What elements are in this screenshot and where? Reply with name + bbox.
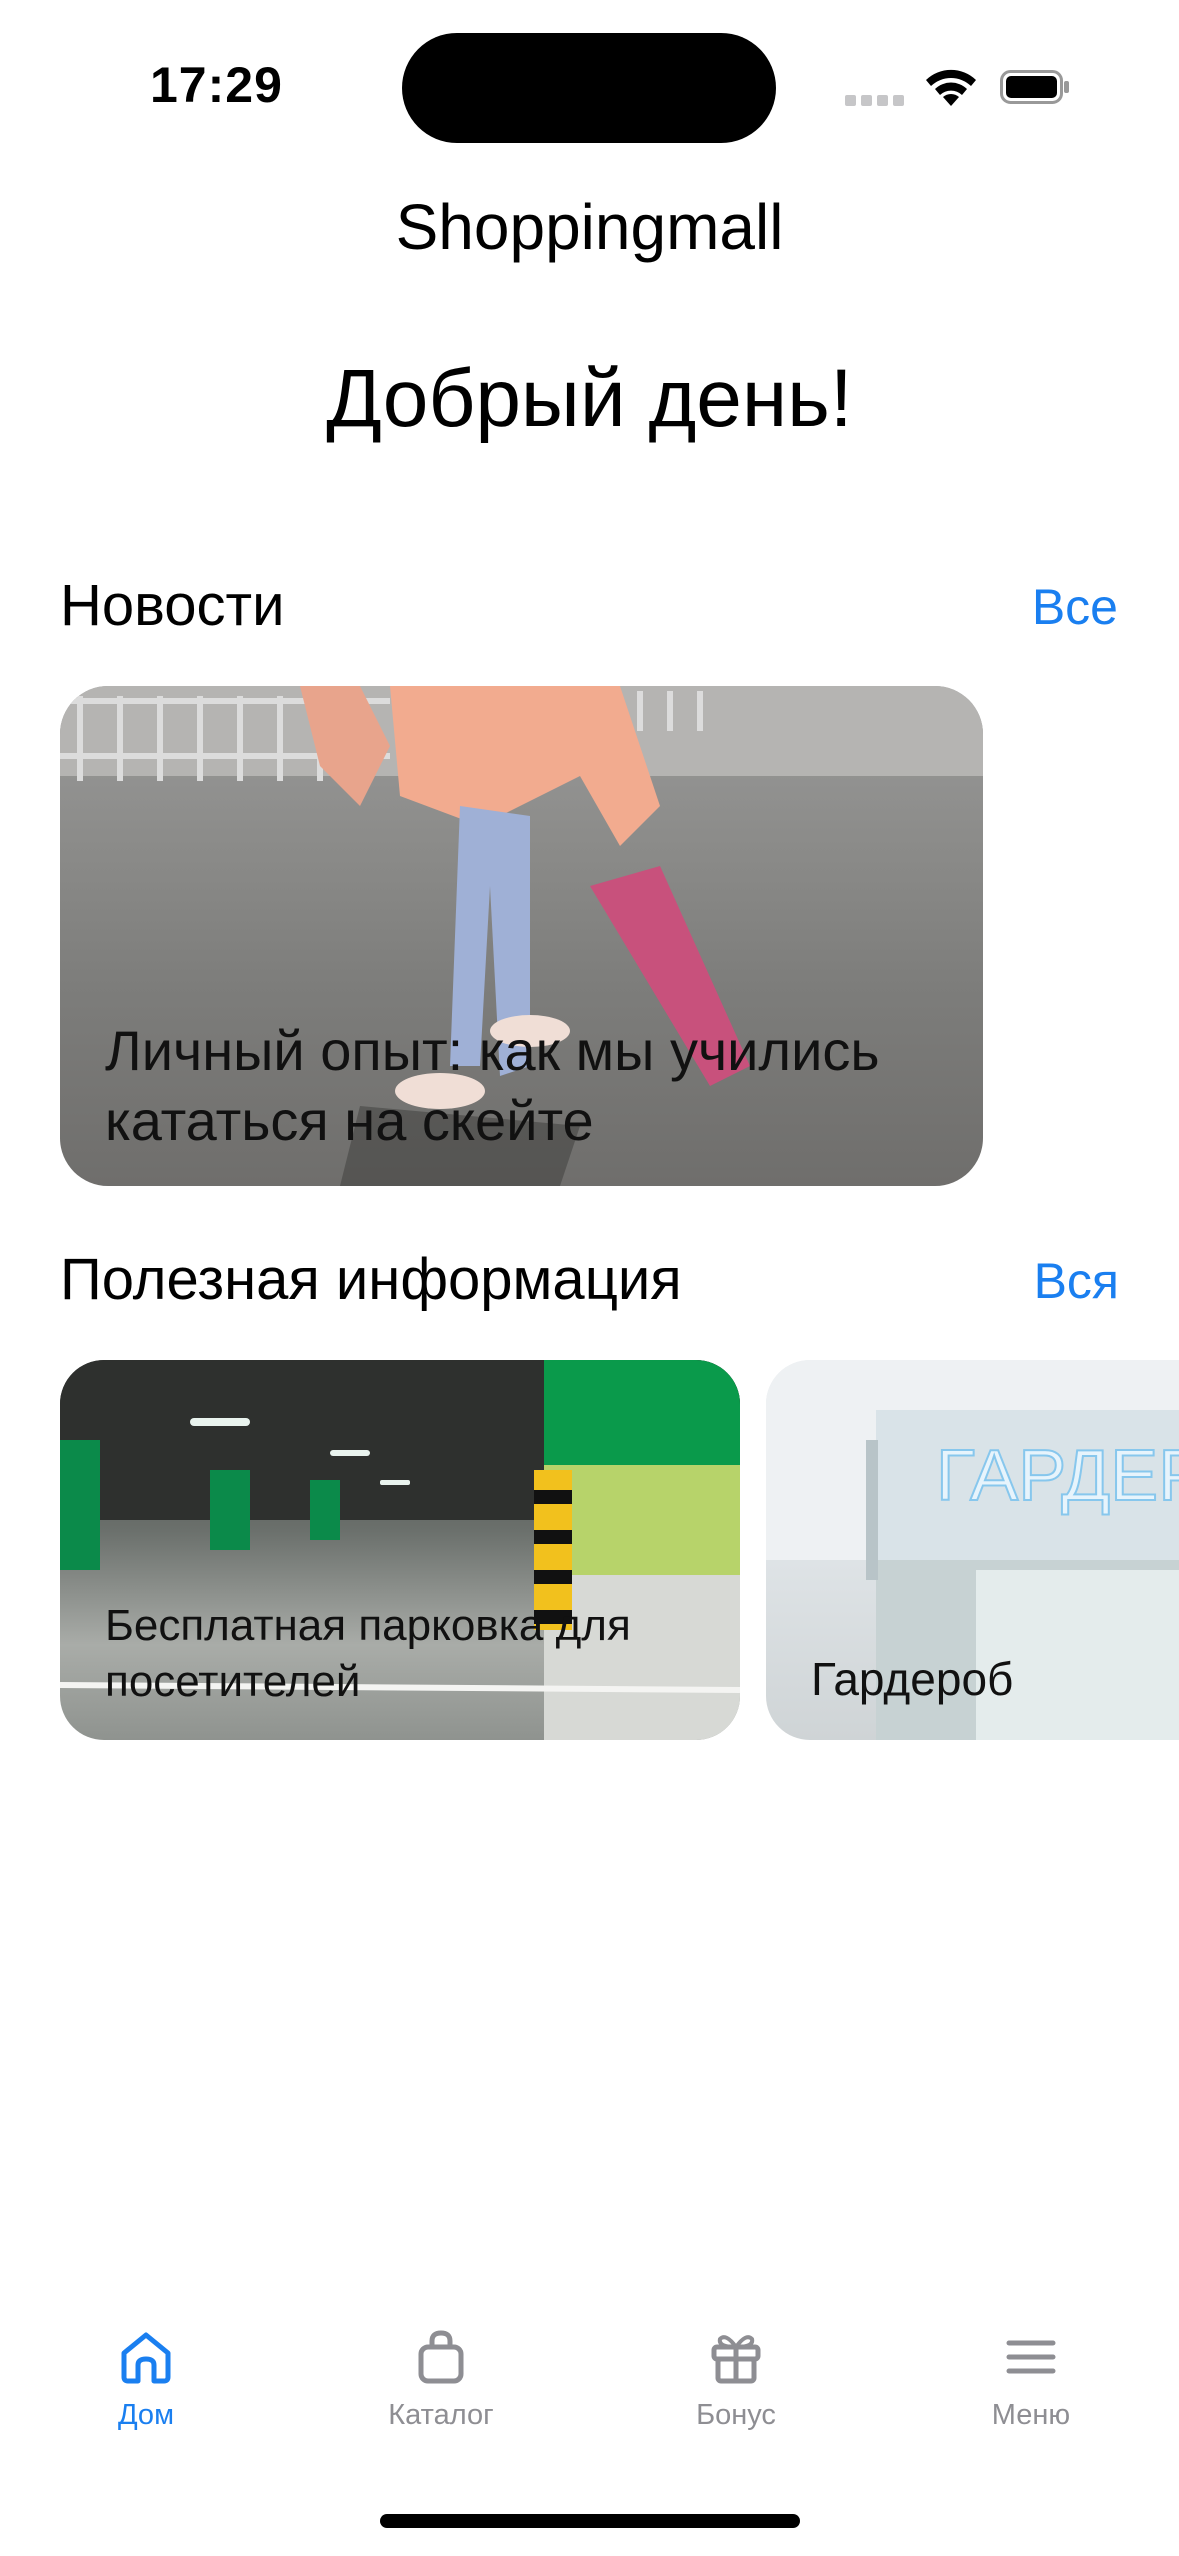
news-see-all-link[interactable]: Все xyxy=(1032,578,1118,636)
bag-icon xyxy=(418,2330,464,2384)
battery-icon xyxy=(1000,70,1069,104)
parking-info-card[interactable]: Бесплатная парковка для посетителей xyxy=(60,1360,740,1740)
news-section-title: Новости xyxy=(60,573,285,638)
news-card-title: Личный опыт: как мы учились кататься на … xyxy=(105,1019,880,1152)
parking-card-title: Бесплатная парковка для посетителей xyxy=(105,1601,631,1706)
wardrobe-card-title: Гардероб xyxy=(811,1653,1014,1705)
gift-icon xyxy=(711,2335,761,2384)
cellular-signal-icon xyxy=(845,95,905,107)
svg-text:ГАРДЕРО: ГАРДЕРО xyxy=(936,1436,1179,1516)
useful-info-section-title: Полезная информация xyxy=(60,1247,682,1312)
home-indicator xyxy=(380,2514,800,2528)
tab-bonus-label: Бонус xyxy=(696,2399,776,2431)
useful-info-see-all-link[interactable]: Вся xyxy=(1034,1252,1119,1310)
tab-catalog-label: Каталог xyxy=(388,2399,494,2431)
wifi-icon xyxy=(926,69,976,106)
status-time: 17:29 xyxy=(150,57,283,113)
tab-bonus[interactable]: Бонус xyxy=(636,2327,836,2432)
tab-home-label: Дом xyxy=(117,2399,175,2431)
wardrobe-info-card[interactable]: ГАРДЕРО Гардероб xyxy=(766,1360,1179,1740)
greeting-heading: Добрый день! xyxy=(326,353,853,444)
home-icon xyxy=(121,2332,171,2384)
tab-home[interactable]: Дом xyxy=(46,2327,246,2432)
tab-catalog[interactable]: Каталог xyxy=(341,2327,541,2432)
menu-icon xyxy=(1006,2340,1056,2374)
news-card[interactable]: Личный опыт: как мы учились кататься на … xyxy=(60,686,983,1186)
tab-menu-label: Меню xyxy=(991,2399,1071,2431)
tab-menu[interactable]: Меню xyxy=(931,2327,1131,2432)
app-title: Shoppingmall xyxy=(395,191,784,263)
dynamic-island xyxy=(402,33,776,143)
